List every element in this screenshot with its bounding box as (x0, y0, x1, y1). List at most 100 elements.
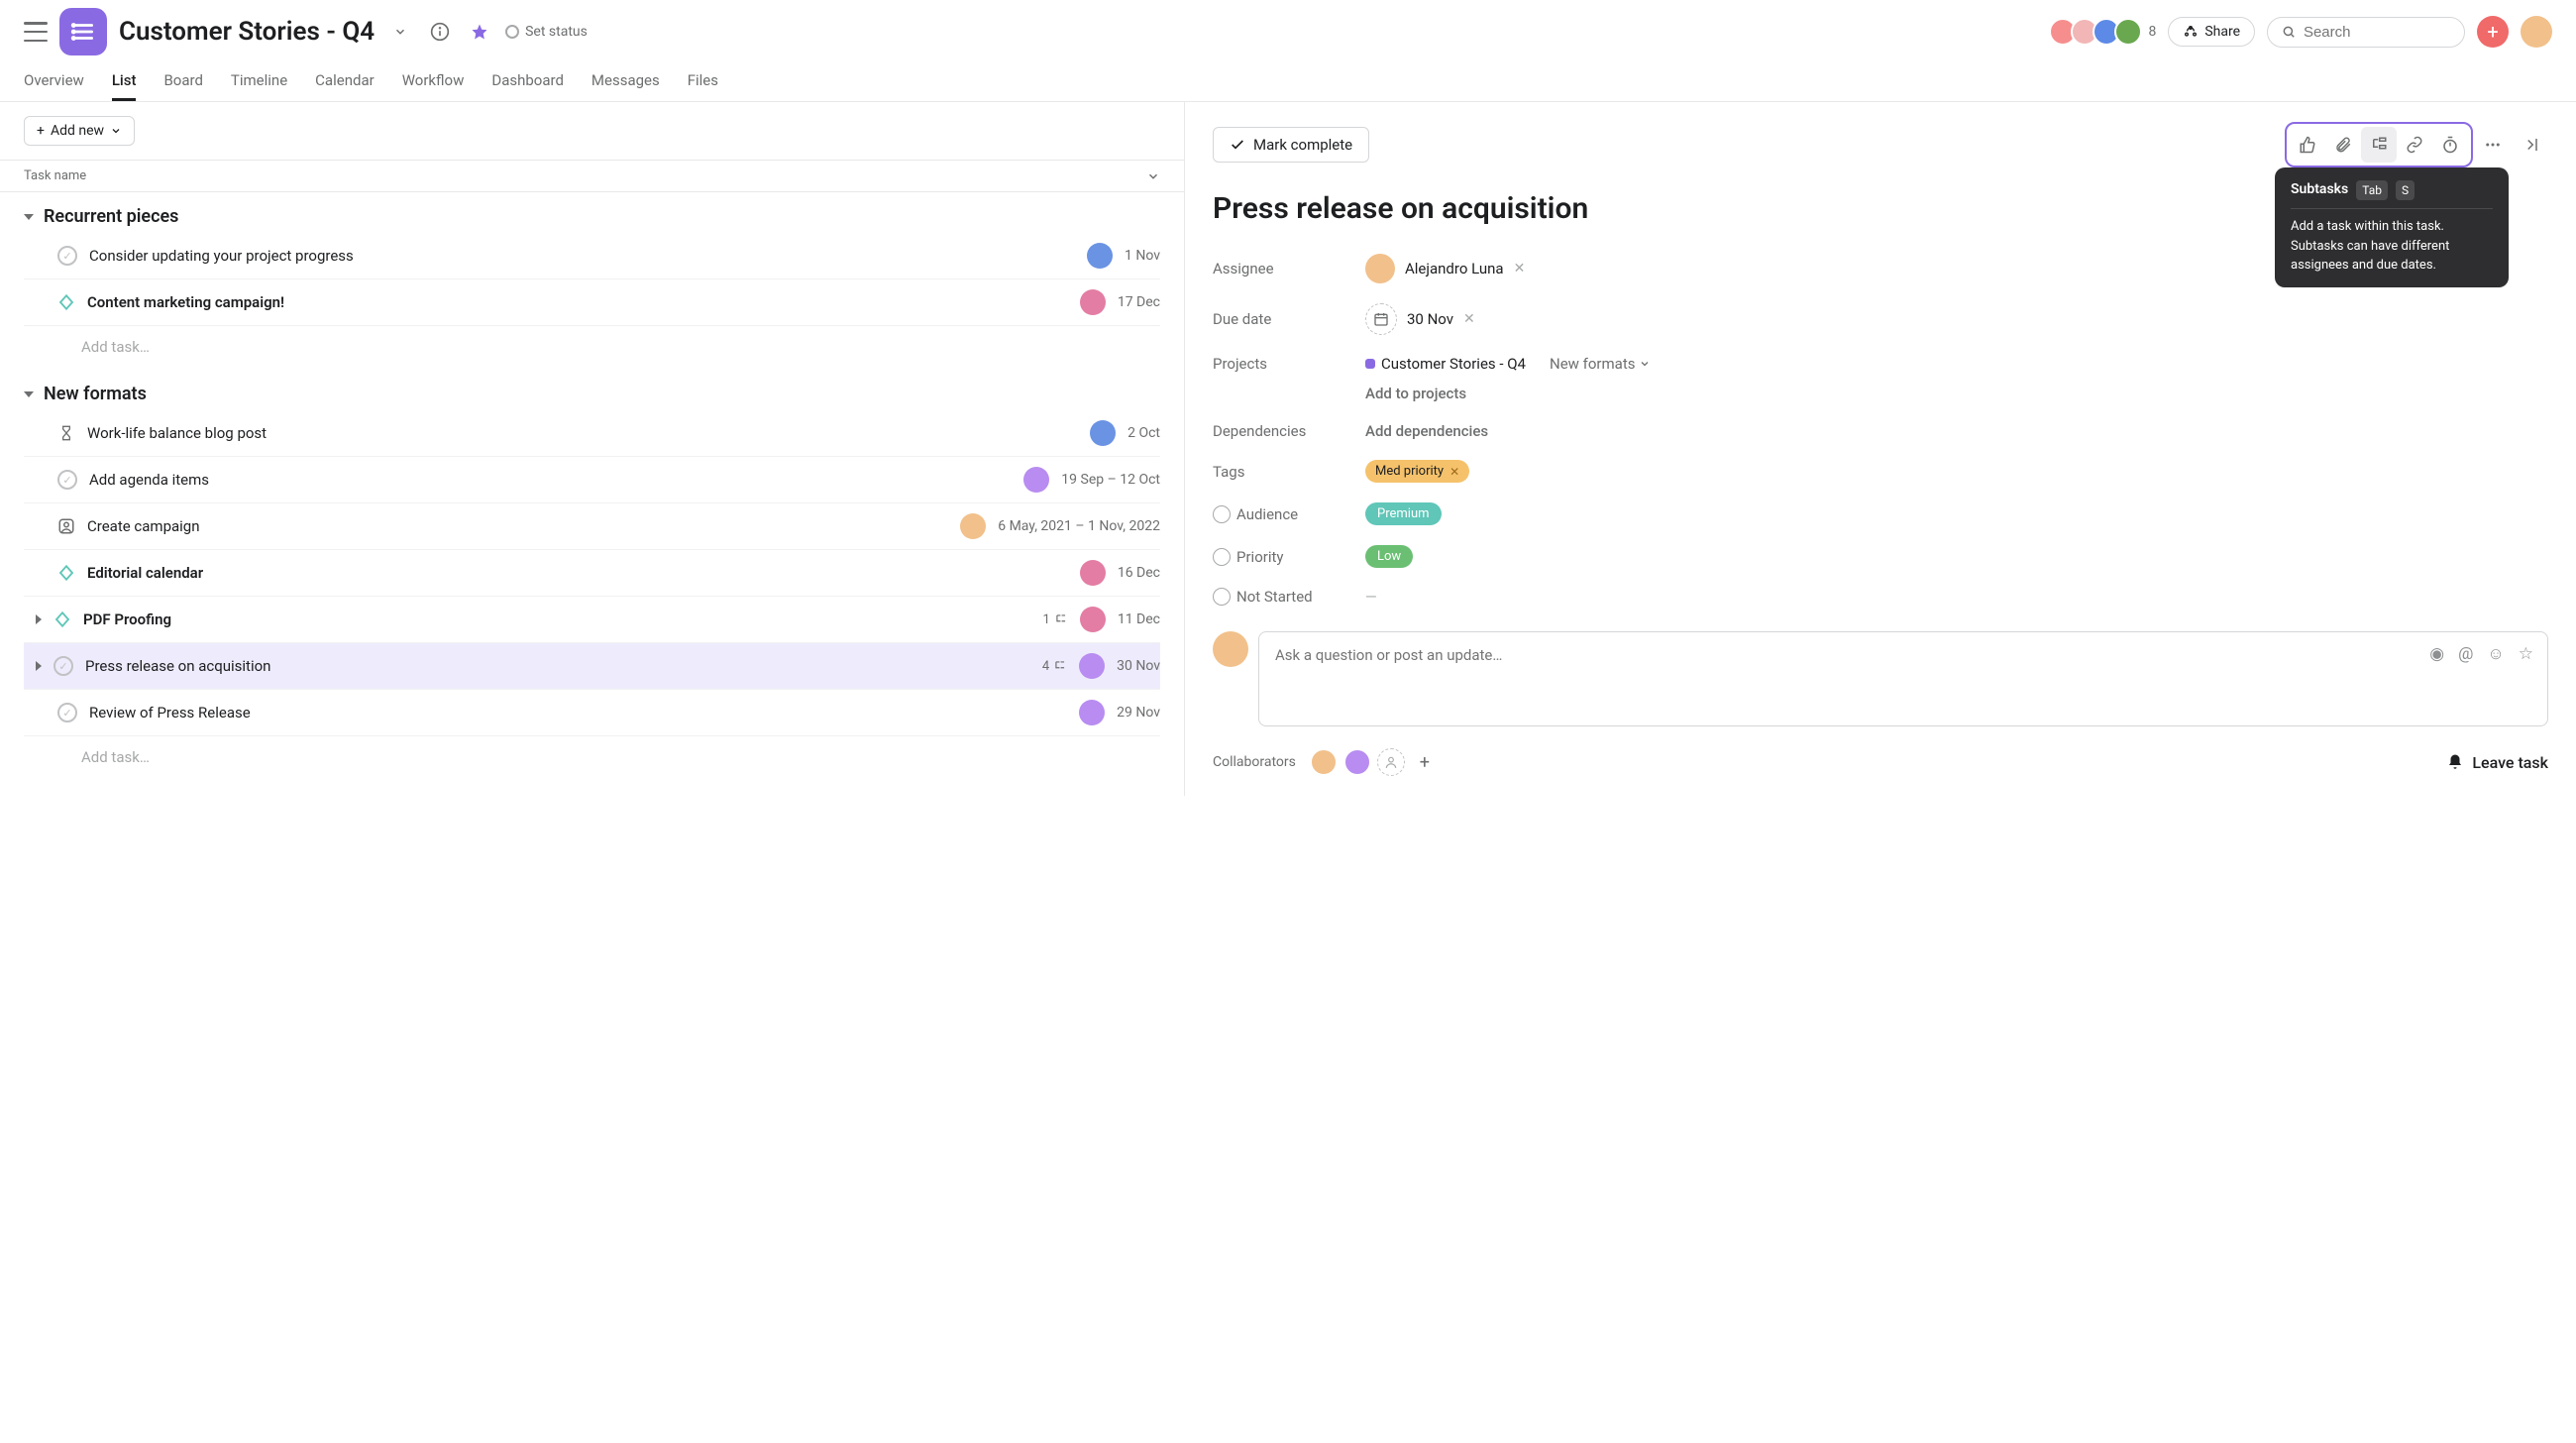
tooltip-title: Subtasks (2291, 179, 2348, 200)
task-name: PDF Proofing (83, 610, 1031, 628)
expand-caret-icon[interactable] (36, 661, 42, 671)
set-status-button[interactable]: Set status (505, 24, 588, 40)
dropdown-field-icon (1213, 548, 1231, 566)
assignee-avatar[interactable] (960, 513, 986, 539)
complete-checkbox[interactable] (57, 246, 77, 266)
project-section-dropdown[interactable]: New formats (1550, 355, 1651, 373)
record-icon[interactable]: ◉ (2429, 644, 2444, 664)
task-row[interactable]: Content marketing campaign! 17 Dec (24, 279, 1160, 326)
complete-checkbox[interactable] (57, 703, 77, 722)
leave-task-button[interactable]: Leave task (2446, 753, 2548, 772)
collaborator-avatar[interactable] (1310, 748, 1338, 776)
task-row[interactable]: Press release on acquisition 4 30 Nov (24, 643, 1160, 690)
project-dropdown[interactable] (386, 18, 414, 46)
subtask-icon[interactable] (2361, 127, 2397, 163)
task-row[interactable]: Work-life balance blog post 2 Oct (24, 410, 1160, 457)
tab-board[interactable]: Board (163, 63, 202, 101)
calendar-icon[interactable] (1365, 303, 1397, 335)
audience-value[interactable]: Premium (1365, 502, 1442, 525)
tab-messages[interactable]: Messages (591, 63, 660, 101)
add-collaborator-placeholder[interactable] (1377, 748, 1405, 776)
notstarted-value[interactable]: — (1365, 588, 1377, 606)
assignee-avatar[interactable] (1087, 243, 1113, 269)
clear-assignee-icon[interactable]: ✕ (1514, 261, 1526, 277)
assignee-avatar[interactable] (1079, 700, 1105, 725)
expand-caret-icon[interactable] (36, 614, 42, 624)
share-button[interactable]: Share (2168, 17, 2255, 47)
section-toggle[interactable]: New formats (24, 384, 1160, 404)
collaborator-avatar[interactable] (1343, 748, 1371, 776)
comment-box[interactable]: ◉ @ ☺ ☆ (1258, 631, 2548, 726)
project-chip[interactable]: Customer Stories - Q4 (1365, 355, 1526, 373)
tag-chip[interactable]: Med priority ✕ (1365, 460, 1469, 483)
task-row[interactable]: Add agenda items 19 Sep – 12 Oct (24, 457, 1160, 503)
clear-duedate-icon[interactable]: ✕ (1463, 311, 1475, 327)
tab-list[interactable]: List (112, 63, 137, 101)
copy-link-icon[interactable] (2397, 127, 2432, 163)
milestone-icon[interactable] (54, 610, 71, 628)
column-task-name: Task name (24, 168, 86, 183)
task-date: 2 Oct (1127, 425, 1160, 441)
tab-timeline[interactable]: Timeline (231, 63, 287, 101)
add-new-button[interactable]: + Add new (24, 116, 135, 146)
task-row[interactable]: Consider updating your project progress … (24, 233, 1160, 279)
search-box[interactable] (2267, 17, 2465, 48)
task-name: Review of Press Release (89, 704, 1067, 722)
add-task-button[interactable]: Add task… (24, 736, 1160, 780)
project-info-icon[interactable] (426, 18, 454, 46)
task-row[interactable]: Editorial calendar 16 Dec (24, 550, 1160, 597)
chevron-down-icon (110, 125, 122, 137)
tab-calendar[interactable]: Calendar (315, 63, 375, 101)
close-panel-icon[interactable] (2513, 127, 2548, 163)
assignee-avatar[interactable] (1079, 653, 1105, 679)
add-dependencies-button[interactable]: Add dependencies (1365, 422, 1488, 440)
complete-checkbox[interactable] (57, 470, 77, 490)
chevron-down-icon[interactable] (1146, 169, 1160, 183)
task-name: Press release on acquisition (85, 657, 1030, 675)
task-name: Work-life balance blog post (87, 424, 1078, 442)
search-input[interactable] (2304, 24, 2450, 41)
star-icon[interactable] (466, 18, 493, 46)
task-row[interactable]: PDF Proofing 1 11 Dec (24, 597, 1160, 643)
mark-complete-button[interactable]: Mark complete (1213, 127, 1369, 163)
complete-checkbox[interactable] (54, 656, 73, 676)
task-name: Consider updating your project progress (89, 247, 1075, 265)
emoji-icon[interactable]: ☺ (2487, 644, 2504, 664)
tab-overview[interactable]: Overview (24, 63, 84, 101)
comment-input[interactable] (1275, 646, 2531, 682)
remove-tag-icon[interactable]: ✕ (1449, 465, 1459, 479)
assignee-avatar[interactable] (1365, 254, 1395, 283)
milestone-icon[interactable] (57, 564, 75, 582)
add-task-button[interactable]: Add task… (24, 326, 1160, 370)
assignee-avatar[interactable] (1090, 420, 1116, 446)
add-collaborator-button[interactable]: + (1411, 748, 1439, 776)
tab-files[interactable]: Files (688, 63, 718, 101)
task-row[interactable]: Create campaign 6 May, 2021 – 1 Nov, 202… (24, 503, 1160, 550)
assignee-avatar[interactable] (1080, 560, 1106, 586)
priority-value[interactable]: Low (1365, 545, 1413, 568)
milestone-icon[interactable] (57, 293, 75, 311)
like-icon[interactable] (2290, 127, 2325, 163)
project-tabs: Overview List Board Timeline Calendar Wo… (0, 63, 2576, 102)
subtask-count: 1 (1043, 612, 1068, 627)
section-toggle[interactable]: Recurrent pieces (24, 206, 1160, 227)
global-add-button[interactable]: + (2477, 16, 2509, 48)
attachment-icon[interactable] (2325, 127, 2361, 163)
task-row[interactable]: Review of Press Release 29 Nov (24, 690, 1160, 736)
assignee-avatar[interactable] (1080, 607, 1106, 632)
assignee-avatar[interactable] (1080, 289, 1106, 315)
menu-toggle[interactable] (24, 22, 48, 42)
check-icon (1230, 137, 1245, 153)
task-name: Create campaign (87, 517, 948, 535)
user-avatar[interactable] (2521, 16, 2552, 48)
tab-workflow[interactable]: Workflow (402, 63, 465, 101)
tab-dashboard[interactable]: Dashboard (491, 63, 564, 101)
star-reaction-icon[interactable]: ☆ (2519, 644, 2533, 664)
project-members[interactable]: 8 (2055, 18, 2156, 46)
mention-icon[interactable]: @ (2458, 644, 2473, 664)
more-icon[interactable] (2475, 127, 2511, 163)
add-to-projects-button[interactable]: Add to projects (1365, 385, 1651, 402)
assignee-avatar[interactable] (1023, 467, 1049, 493)
task-date: 6 May, 2021 – 1 Nov, 2022 (998, 518, 1160, 534)
timer-icon[interactable] (2432, 127, 2468, 163)
